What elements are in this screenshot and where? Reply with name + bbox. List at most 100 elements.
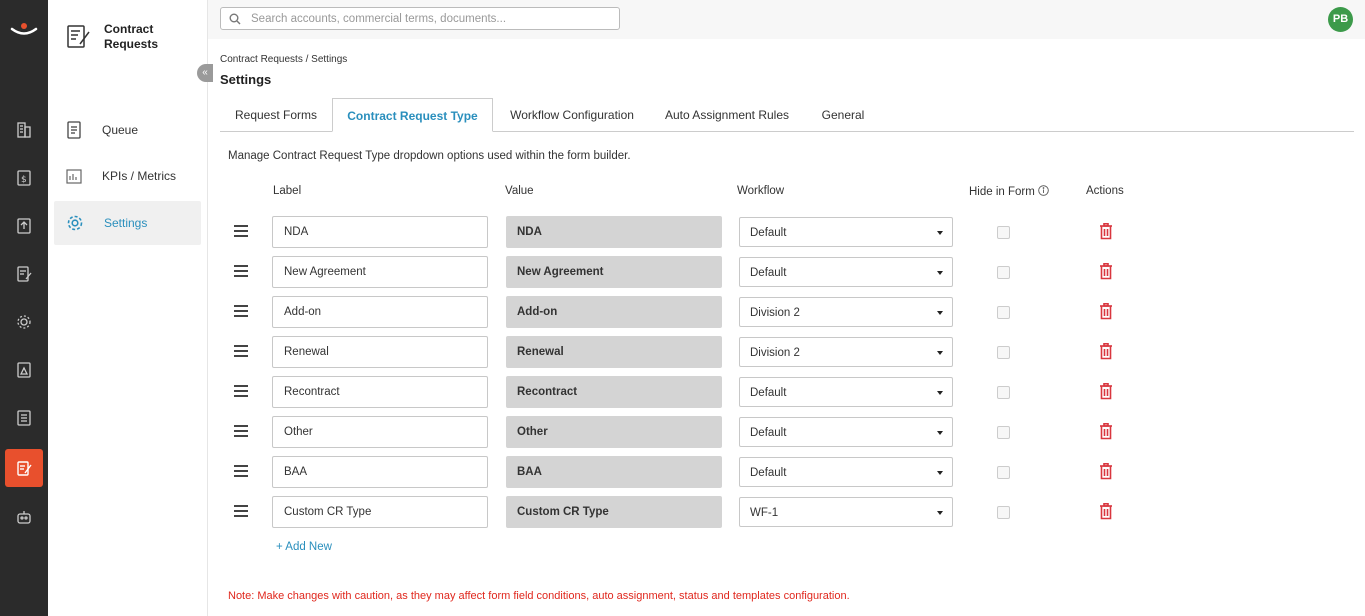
tab-request-forms[interactable]: Request Forms [220, 98, 332, 132]
trash-icon[interactable] [1099, 383, 1113, 400]
trash-icon[interactable] [1099, 263, 1113, 280]
hide-in-form-checkbox[interactable] [997, 306, 1010, 319]
add-new-button[interactable]: + Add New [276, 541, 332, 553]
workflow-selected-value: WF-1 [750, 507, 779, 519]
edit-doc-icon[interactable] [5, 255, 43, 293]
table-row: Add-on Division 2 [220, 296, 1354, 328]
caret-down-icon [937, 391, 943, 395]
tab-auto-assignment-rules[interactable]: Auto Assignment Rules [656, 98, 798, 132]
module-sidebar: Contract Requests Queue KPIs / Metrics S… [48, 0, 208, 616]
label-input[interactable] [272, 416, 488, 448]
module-title: Contract Requests [104, 22, 159, 51]
caution-note: Note: Make changes with caution, as they… [228, 590, 850, 602]
sidebar-item-label: KPIs / Metrics [102, 169, 177, 183]
settings-tabs: Request Forms Contract Request Type Work… [220, 98, 1354, 132]
workflow-select[interactable]: Default [739, 257, 953, 287]
buildings-icon[interactable] [5, 111, 43, 149]
search-input[interactable] [251, 12, 591, 25]
workflow-select[interactable]: Default [739, 417, 953, 447]
drag-handle-icon[interactable] [234, 225, 248, 238]
label-input[interactable] [272, 456, 488, 488]
trash-icon[interactable] [1099, 223, 1113, 240]
upload-doc-icon[interactable] [5, 207, 43, 245]
value-field: Add-on [506, 296, 722, 328]
hide-in-form-checkbox[interactable] [997, 226, 1010, 239]
trash-icon[interactable] [1099, 423, 1113, 440]
label-input[interactable] [272, 216, 488, 248]
tab-workflow-configuration[interactable]: Workflow Configuration [499, 98, 645, 132]
search-box[interactable] [220, 7, 620, 30]
workflow-selected-value: Default [750, 387, 787, 399]
value-field: Other [506, 416, 722, 448]
info-icon[interactable] [1038, 185, 1049, 196]
workflow-select[interactable]: Default [739, 457, 953, 487]
sidebar-item-settings[interactable]: Settings [54, 201, 201, 245]
caret-down-icon [937, 471, 943, 475]
breadcrumb[interactable]: Contract Requests / Settings [220, 54, 347, 65]
value-field: New Agreement [506, 256, 722, 288]
value-field: Renewal [506, 336, 722, 368]
workflow-selected-value: Division 2 [750, 347, 800, 359]
label-input[interactable] [272, 496, 488, 528]
chart-icon [66, 169, 82, 184]
workflow-selected-value: Default [750, 267, 787, 279]
drag-handle-icon[interactable] [234, 345, 248, 358]
column-header-hide-in-form: Hide in Form [969, 185, 1049, 198]
user-avatar[interactable]: PB [1328, 7, 1353, 32]
collapse-sidebar-icon[interactable]: « [197, 64, 213, 82]
trash-icon[interactable] [1099, 463, 1113, 480]
table-row: Renewal Division 2 [220, 336, 1354, 368]
hide-in-form-checkbox[interactable] [997, 266, 1010, 279]
sidebar-item-kpis[interactable]: KPIs / Metrics [54, 154, 201, 198]
table-row: Other Default [220, 416, 1354, 448]
column-header-workflow: Workflow [737, 185, 785, 197]
column-header-actions: Actions [1086, 185, 1124, 197]
drag-handle-icon[interactable] [234, 265, 248, 278]
tab-general[interactable]: General [810, 98, 876, 132]
label-input[interactable] [272, 376, 488, 408]
tab-contract-request-type[interactable]: Contract Request Type [332, 98, 493, 132]
sidebar-item-queue[interactable]: Queue [54, 108, 201, 152]
drag-handle-icon[interactable] [234, 425, 248, 438]
workflow-select[interactable]: Division 2 [739, 337, 953, 367]
robot-icon[interactable] [5, 498, 43, 536]
trash-icon[interactable] [1099, 503, 1113, 520]
drag-handle-icon[interactable] [234, 505, 248, 518]
drag-handle-icon[interactable] [234, 465, 248, 478]
caret-down-icon [937, 231, 943, 235]
list-doc-icon[interactable] [5, 399, 43, 437]
hide-in-form-checkbox[interactable] [997, 386, 1010, 399]
triangle-doc-icon[interactable] [5, 351, 43, 389]
label-input[interactable] [272, 296, 488, 328]
drag-handle-icon[interactable] [234, 305, 248, 318]
caret-down-icon [937, 431, 943, 435]
workflow-selected-value: Default [750, 427, 787, 439]
hide-in-form-checkbox[interactable] [997, 426, 1010, 439]
value-field: Custom CR Type [506, 496, 722, 528]
contract-requests-icon[interactable] [5, 449, 43, 487]
drag-handle-icon[interactable] [234, 385, 248, 398]
workflow-selected-value: Default [750, 467, 787, 479]
workflow-select[interactable]: Default [739, 217, 953, 247]
caret-down-icon [937, 351, 943, 355]
value-field: BAA [506, 456, 722, 488]
caret-down-icon [937, 511, 943, 515]
table-row: Recontract Default [220, 376, 1354, 408]
trash-icon[interactable] [1099, 303, 1113, 320]
workflow-select[interactable]: Default [739, 377, 953, 407]
gear-cluster-icon[interactable] [5, 303, 43, 341]
hide-in-form-checkbox[interactable] [997, 506, 1010, 519]
label-input[interactable] [272, 336, 488, 368]
trash-icon[interactable] [1099, 343, 1113, 360]
hide-in-form-checkbox[interactable] [997, 346, 1010, 359]
workflow-select[interactable]: Division 2 [739, 297, 953, 327]
top-bar: PB [208, 0, 1365, 39]
workflow-select[interactable]: WF-1 [739, 497, 953, 527]
hide-in-form-checkbox[interactable] [997, 466, 1010, 479]
brand-logo[interactable] [10, 20, 38, 40]
hide-in-form-label: Hide in Form [969, 186, 1035, 198]
workflow-selected-value: Default [750, 227, 787, 239]
dollar-doc-icon[interactable]: $ [5, 159, 43, 197]
table-row: Custom CR Type WF-1 [220, 496, 1354, 528]
label-input[interactable] [272, 256, 488, 288]
